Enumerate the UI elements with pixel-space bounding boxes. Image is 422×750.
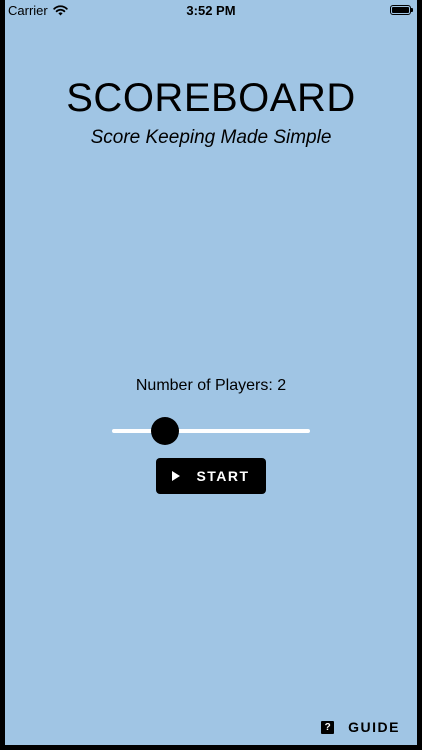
status-time: 3:52 PM	[186, 3, 236, 18]
help-icon: ?	[321, 720, 335, 734]
guide-button[interactable]: ? GUIDE	[321, 719, 400, 735]
battery-fill	[392, 7, 409, 13]
app-subtitle: Score Keeping Made Simple	[90, 127, 332, 148]
slider-track[interactable]	[112, 429, 310, 433]
players-count-label: Number of Players: 2	[135, 377, 287, 394]
status-bar: Carrier 3:52 PM	[5, 0, 417, 22]
start-button[interactable]: START	[156, 458, 266, 494]
play-icon	[172, 471, 181, 481]
battery-icon	[390, 5, 413, 15]
slider-thumb[interactable]	[150, 417, 179, 445]
players-slider[interactable]	[112, 416, 310, 446]
guide-button-label: GUIDE	[348, 719, 400, 735]
start-button-label: START	[196, 468, 250, 484]
app-screen: Carrier 3:52 PM SCOREBOARD Score Keeping…	[5, 0, 417, 745]
app-title: SCOREBOARD	[66, 76, 356, 120]
